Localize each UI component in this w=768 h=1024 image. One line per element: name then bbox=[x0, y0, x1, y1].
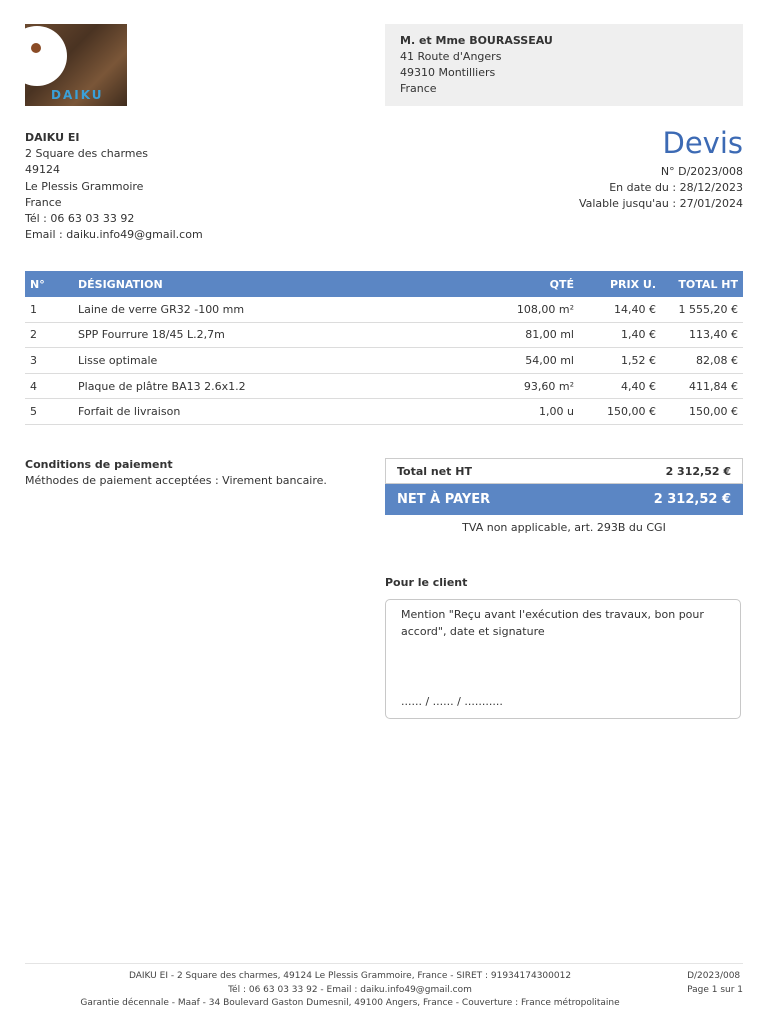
footer-reference: D/2023/008 Page 1 sur 1 bbox=[687, 970, 743, 997]
items-table: N° DÉSIGNATION QTÉ PRIX U. TOTAL HT 1 La… bbox=[25, 271, 743, 425]
sender-email: Email : daiku.info49@gmail.com bbox=[25, 228, 203, 242]
row-qty: 93,60 m² bbox=[479, 373, 579, 400]
table-header-row: N° DÉSIGNATION QTÉ PRIX U. TOTAL HT bbox=[25, 271, 743, 297]
payment-conditions-text: Méthodes de paiement acceptées : Viremen… bbox=[25, 474, 327, 487]
header-qty: QTÉ bbox=[479, 271, 579, 297]
sender-country: France bbox=[25, 195, 62, 209]
row-total: 113,40 € bbox=[661, 322, 743, 349]
row-unit-price: 14,40 € bbox=[579, 297, 661, 323]
header-designation: DÉSIGNATION bbox=[73, 271, 479, 297]
row-unit-price: 1,40 € bbox=[579, 322, 661, 349]
total-net-ht-label: Total net HT bbox=[397, 464, 472, 478]
row-unit-price: 150,00 € bbox=[579, 398, 661, 425]
row-num: 3 bbox=[25, 347, 73, 374]
footer-line-company: DAIKU EI - 2 Square des charmes, 49124 L… bbox=[128, 971, 572, 981]
signature-mention: Mention "Reçu avant l'exécution des trav… bbox=[401, 608, 704, 638]
totals-block: Total net HT 2 312,52 € NET À PAYER 2 31… bbox=[385, 458, 743, 515]
recipient-country: France bbox=[400, 82, 437, 95]
table-row: 2 SPP Fourrure 18/45 L.2,7m 81,00 ml 1,4… bbox=[25, 322, 743, 349]
logo-dot bbox=[31, 43, 41, 53]
table-row: 1 Laine de verre GR32 -100 mm 108,00 m² … bbox=[25, 297, 743, 323]
row-designation: SPP Fourrure 18/45 L.2,7m bbox=[73, 322, 479, 349]
row-designation: Forfait de livraison bbox=[73, 398, 479, 425]
recipient-address-box: M. et Mme BOURASSEAU 41 Route d'Angers 4… bbox=[385, 24, 743, 106]
header-unit-price: PRIX U. bbox=[579, 271, 661, 297]
recipient-city: 49310 Montilliers bbox=[400, 66, 496, 79]
document-number: N° D/2023/008 bbox=[660, 165, 743, 178]
company-logo: DAIKU bbox=[25, 24, 127, 106]
client-section-title: Pour le client bbox=[385, 576, 468, 589]
row-designation: Plaque de plâtre BA13 2.6x1.2 bbox=[73, 373, 479, 400]
saw-blade-graphic bbox=[25, 26, 67, 86]
signature-date-placeholder: ...... / ...... / ........... bbox=[401, 695, 503, 708]
tva-note: TVA non applicable, art. 293B du CGI bbox=[462, 521, 666, 534]
sender-street: 2 Square des charmes bbox=[25, 147, 148, 161]
sender-address-block: DAIKU EI 2 Square des charmes 49124 Le P… bbox=[25, 130, 325, 243]
footer-line-insurance: Garantie décennale - Maaf - 34 Boulevard… bbox=[80, 998, 620, 1008]
recipient-street: 41 Route d'Angers bbox=[400, 50, 502, 63]
document-date: En date du : 28/12/2023 bbox=[609, 181, 743, 194]
sender-postcode: 49124 bbox=[25, 163, 60, 177]
row-unit-price: 1,52 € bbox=[579, 347, 661, 374]
footer-legal: DAIKU EI - 2 Square des charmes, 49124 L… bbox=[25, 970, 675, 1011]
table-row: 4 Plaque de plâtre BA13 2.6x1.2 93,60 m²… bbox=[25, 373, 743, 400]
row-num: 1 bbox=[25, 297, 73, 323]
row-designation: Laine de verre GR32 -100 mm bbox=[73, 297, 479, 323]
sender-city: Le Plessis Grammoire bbox=[25, 179, 144, 193]
footer-line-contact: Tél : 06 63 03 33 92 - Email : daiku.inf… bbox=[228, 984, 472, 995]
header-total: TOTAL HT bbox=[661, 271, 743, 297]
total-net-ht-row: Total net HT 2 312,52 € bbox=[385, 458, 743, 484]
net-to-pay-label: NET À PAYER bbox=[397, 492, 491, 507]
row-total: 82,08 € bbox=[661, 347, 743, 374]
net-to-pay-value: 2 312,52 € bbox=[653, 492, 731, 507]
signature-box: Mention "Reçu avant l'exécution des trav… bbox=[385, 599, 741, 719]
net-to-pay-row: NET À PAYER 2 312,52 € bbox=[385, 484, 743, 515]
logo-wordmark: DAIKU bbox=[51, 88, 104, 102]
sender-phone: Tél : 06 63 03 33 92 bbox=[25, 212, 135, 226]
sender-name: DAIKU EI bbox=[25, 131, 80, 144]
row-qty: 54,00 ml bbox=[479, 347, 579, 374]
total-net-ht-value: 2 312,52 € bbox=[665, 464, 731, 478]
table-row: 5 Forfait de livraison 1,00 u 150,00 € 1… bbox=[25, 398, 743, 425]
document-valid-until: Valable jusqu'au : 27/01/2024 bbox=[578, 197, 743, 210]
payment-conditions-title: Conditions de paiement bbox=[25, 458, 173, 471]
table-row: 3 Lisse optimale 54,00 ml 1,52 € 82,08 € bbox=[25, 347, 743, 374]
footer-doc-ref: D/2023/008 bbox=[687, 971, 741, 981]
row-num: 2 bbox=[25, 322, 73, 349]
row-qty: 108,00 m² bbox=[479, 297, 579, 323]
row-qty: 81,00 ml bbox=[479, 322, 579, 349]
footer-page-number: Page 1 sur 1 bbox=[687, 984, 743, 995]
footer-divider bbox=[25, 963, 743, 964]
row-designation: Lisse optimale bbox=[73, 347, 479, 374]
document-meta: N° D/2023/008 En date du : 28/12/2023 Va… bbox=[579, 164, 743, 212]
row-total: 411,84 € bbox=[661, 373, 743, 400]
recipient-name: M. et Mme BOURASSEAU bbox=[400, 34, 553, 47]
row-total: 1 555,20 € bbox=[661, 297, 743, 323]
row-unit-price: 4,40 € bbox=[579, 373, 661, 400]
row-total: 150,00 € bbox=[661, 398, 743, 425]
row-num: 4 bbox=[25, 373, 73, 400]
header-num: N° bbox=[25, 271, 73, 297]
row-qty: 1,00 u bbox=[479, 398, 579, 425]
document-title: Devis bbox=[662, 126, 743, 160]
row-num: 5 bbox=[25, 398, 73, 425]
